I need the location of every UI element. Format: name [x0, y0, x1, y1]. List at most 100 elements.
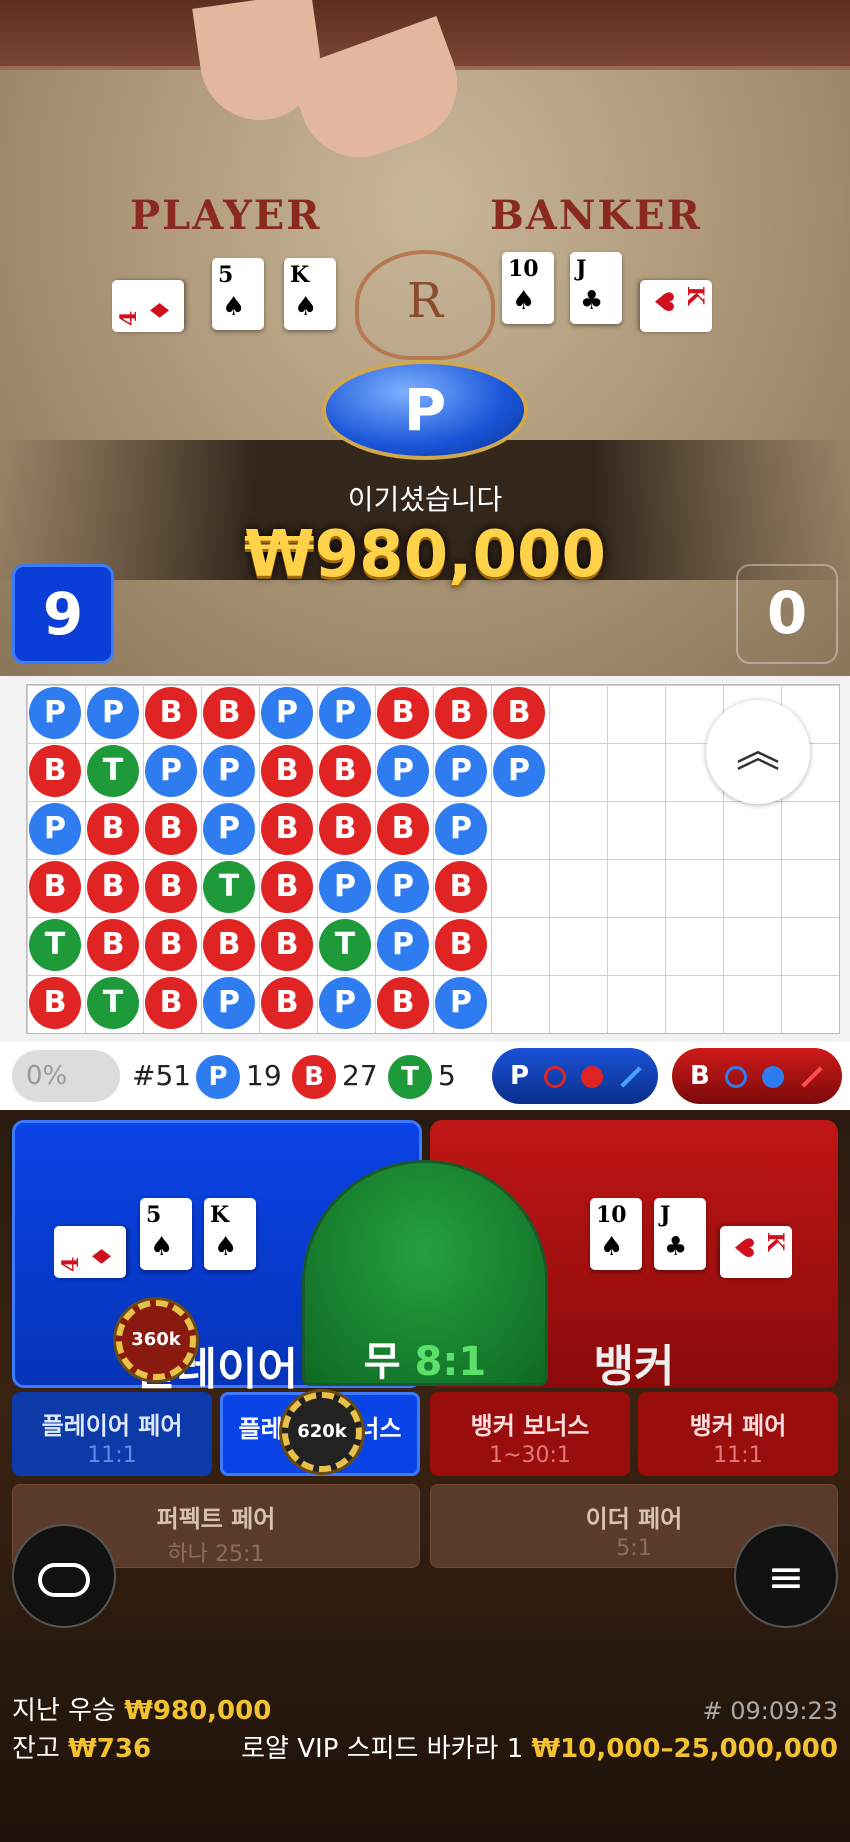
bead-result: T	[87, 745, 139, 797]
banker-card: J ♣	[570, 252, 622, 324]
bet-chip-player-bonus[interactable]: 620k	[282, 1392, 362, 1472]
bead-result: P	[261, 687, 313, 739]
expand-roadmap-button[interactable]: ︽	[706, 700, 810, 804]
bead-result: P	[435, 977, 487, 1029]
bead-result: B	[145, 919, 197, 971]
bead-result: B	[377, 977, 429, 1029]
bead-result: P	[493, 745, 545, 797]
table-info: 로얄 VIP 스피드 바카라 1 ₩10,000–25,000,000	[241, 1734, 838, 1764]
hamburger-menu-icon: ≡	[767, 1552, 805, 1603]
small-road-icon	[581, 1065, 604, 1088]
bead-result: P	[29, 687, 81, 739]
chat-icon	[38, 1563, 90, 1597]
banker-count: B 27	[292, 1054, 378, 1099]
banker-pair-bet[interactable]: 뱅커 페어 11:1	[638, 1392, 838, 1476]
bead-result: B	[261, 919, 313, 971]
tie-dot: T	[388, 1055, 432, 1099]
bead-result: T	[87, 977, 139, 1029]
bead-result: T	[203, 861, 255, 913]
bead-result: P	[87, 687, 139, 739]
round-number: #51	[132, 1059, 192, 1092]
player-hand-card: 5 ♠	[140, 1198, 192, 1270]
bead-result: B	[435, 687, 487, 739]
bead-result: B	[29, 977, 81, 1029]
bead-result: B	[319, 745, 371, 797]
round-id-time: # 09:09:23	[702, 1697, 838, 1725]
bead-result: B	[145, 803, 197, 855]
player-card: 4 ♦	[112, 280, 184, 332]
bead-result: B	[145, 687, 197, 739]
player-hand-card: K ♠	[204, 1198, 256, 1270]
bead-result: P	[319, 687, 371, 739]
banker-prediction-button[interactable]: B	[672, 1048, 842, 1104]
bead-result: B	[87, 861, 139, 913]
player-hand-card: 4 ♦	[54, 1226, 126, 1278]
small-road-icon	[761, 1065, 784, 1088]
bead-result: B	[87, 803, 139, 855]
bead-result: P	[435, 745, 487, 797]
bead-result: P	[145, 745, 197, 797]
banker-hand-card: 10 ♠	[590, 1198, 642, 1270]
banker-bonus-bet[interactable]: 뱅커 보너스 1~30:1	[430, 1392, 630, 1476]
bead-result: T	[319, 919, 371, 971]
royal-crest-logo: R	[355, 250, 495, 360]
banker-dot: B	[292, 1055, 336, 1099]
win-amount: ₩980,000	[243, 518, 607, 592]
last-win: 지난 우승 ₩980,000	[12, 1696, 272, 1726]
bet-chip-player[interactable]: 360k	[116, 1300, 196, 1380]
bead-result: P	[319, 977, 371, 1029]
menu-button[interactable]: ≡	[734, 1524, 838, 1628]
bead-result: B	[145, 861, 197, 913]
balance: 잔고 ₩736	[12, 1734, 152, 1764]
bead-result: B	[261, 977, 313, 1029]
table-player-label: PLAYER	[130, 192, 322, 239]
banker-hand-card: J ♣	[654, 1198, 706, 1270]
banker-hand-card: K ♥	[720, 1226, 792, 1278]
player-dot: P	[196, 1055, 240, 1099]
bead-result: B	[145, 977, 197, 1029]
cockroach-road-icon	[801, 1065, 823, 1088]
player-count: P 19	[196, 1054, 282, 1099]
banker-card: 10 ♠	[502, 252, 554, 324]
bead-result: B	[377, 687, 429, 739]
bead-result: P	[203, 745, 255, 797]
bead-result: P	[203, 977, 255, 1029]
bead-result: T	[29, 919, 81, 971]
bead-result: P	[203, 803, 255, 855]
player-card: K ♠	[284, 258, 336, 330]
table-banker-label: BANKER	[490, 192, 702, 239]
bead-result: P	[319, 861, 371, 913]
tie-bet-label: 무 8:1	[363, 1339, 487, 1385]
cockroach-road-icon	[620, 1065, 642, 1088]
live-video-feed: PLAYER BANKER R 4 ♦ 5 ♠ K ♠ 10 ♠ J ♣ K ♥ P 이기셨습니다 ₩…	[0, 0, 850, 676]
bead-result: B	[87, 919, 139, 971]
bead-result: P	[377, 861, 429, 913]
double-chevron-up-icon: ︽	[736, 726, 780, 777]
betting-area: 플레이어 뱅커 무 8:1 4 ♦ 5 ♠ K ♠ 10 ♠ J ♣ K ♥ 플레이어 페어 11:1 …	[0, 1110, 850, 1842]
bead-result: B	[203, 687, 255, 739]
bead-result: B	[29, 861, 81, 913]
stats-bar: 0% #51 P 19 B 27 T5 P B	[0, 1042, 850, 1110]
bead-result: B	[493, 687, 545, 739]
win-message: 이기셨습니다	[347, 483, 503, 516]
bead-result: P	[377, 919, 429, 971]
big-eye-icon	[724, 1065, 747, 1088]
bead-result: P	[435, 803, 487, 855]
bead-result: B	[261, 745, 313, 797]
bead-result: B	[377, 803, 429, 855]
progress-percent: 0%	[12, 1050, 120, 1102]
big-eye-icon	[544, 1065, 567, 1088]
player-pair-bet[interactable]: 플레이어 페어 11:1	[12, 1392, 212, 1476]
player-card: 5 ♠	[212, 258, 264, 330]
banker-score: 0	[736, 564, 838, 664]
chat-button[interactable]	[12, 1524, 116, 1628]
player-prediction-button[interactable]: P	[492, 1048, 658, 1104]
bead-result: B	[435, 919, 487, 971]
bead-result: B	[435, 861, 487, 913]
bead-result: B	[261, 861, 313, 913]
bead-result: P	[377, 745, 429, 797]
result-badge: P	[322, 360, 528, 460]
bead-result: B	[203, 919, 255, 971]
banker-card: K ♥	[640, 280, 712, 332]
tie-count: T5	[388, 1054, 456, 1099]
